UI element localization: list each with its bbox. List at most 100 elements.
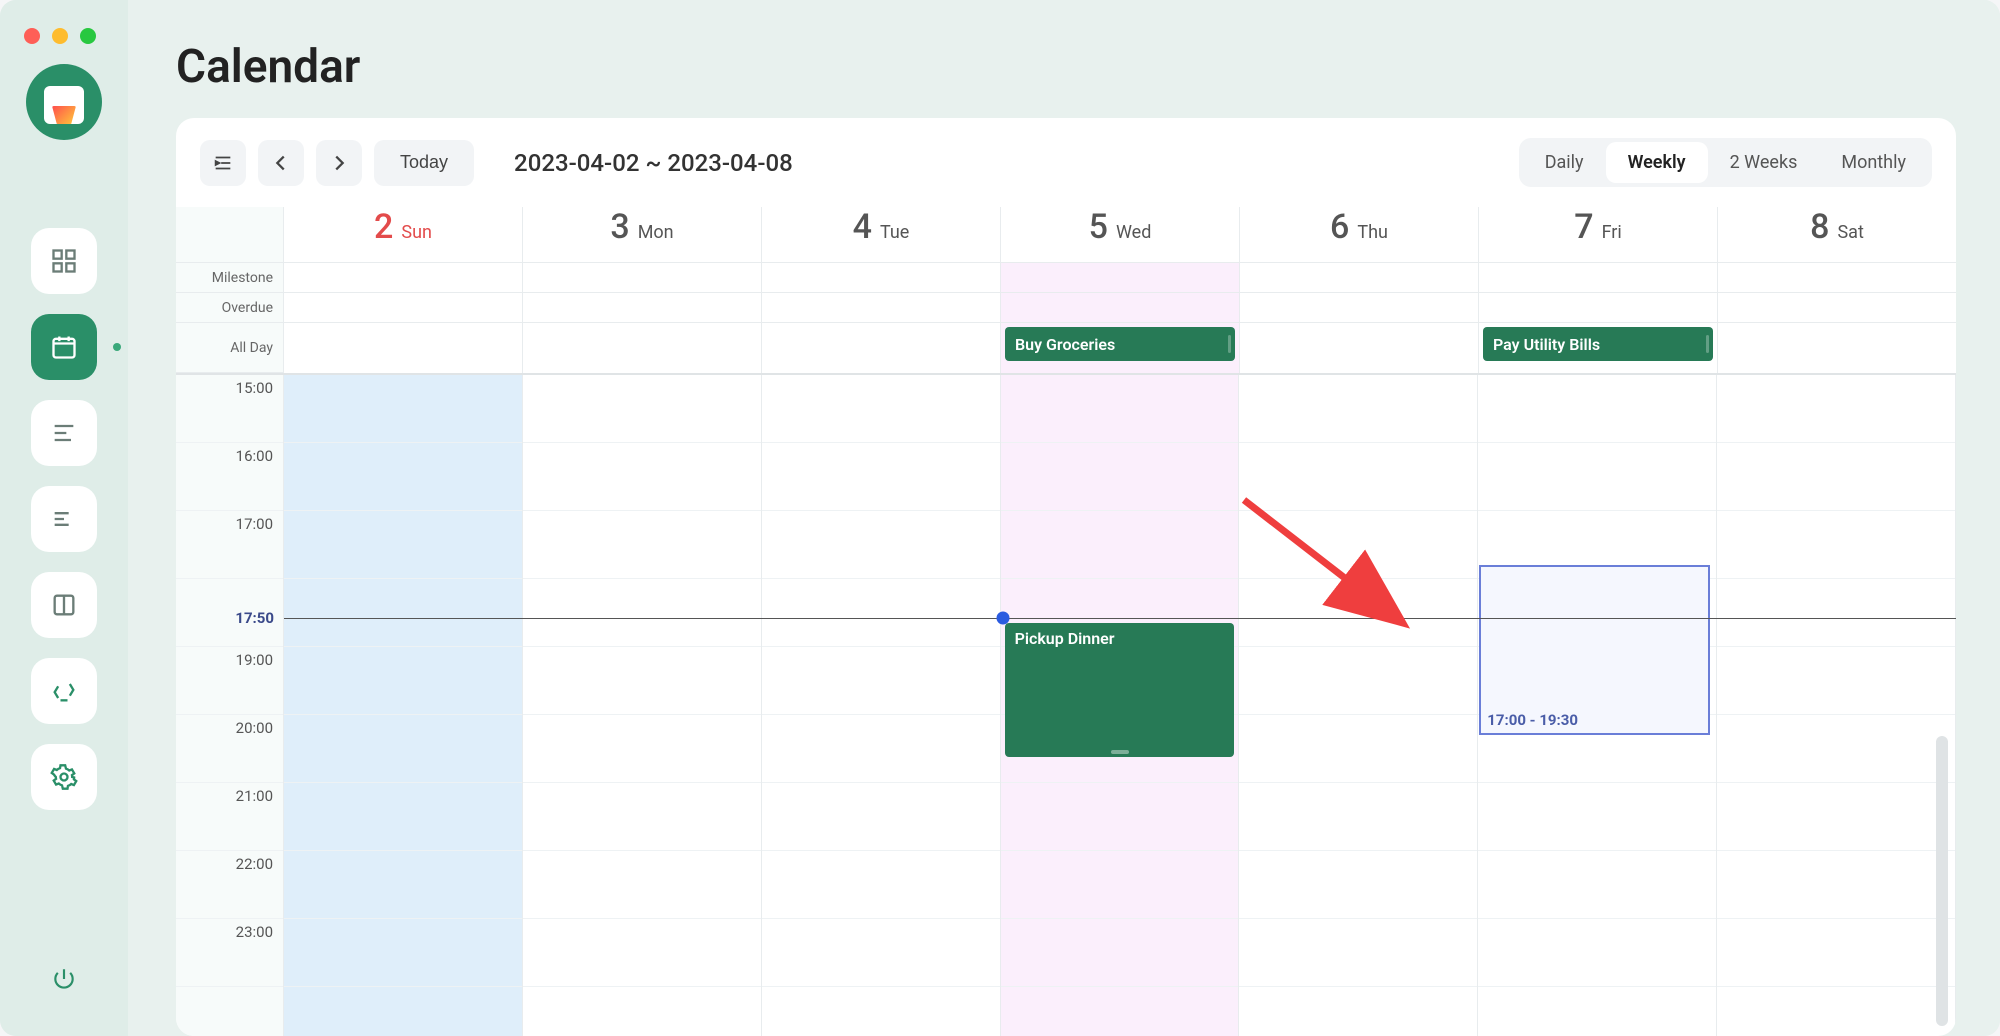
fixed-thu[interactable] — [1240, 263, 1479, 373]
fixed-row-labels: Milestone Overdue All Day — [176, 263, 284, 373]
window-controls — [24, 28, 96, 44]
main-area: Calendar Today 2023-04-02 ~ 2023-04-08 D… — [128, 0, 2000, 1036]
power-button[interactable] — [39, 954, 89, 1004]
day-number: 7 — [1574, 207, 1593, 247]
hour-label: 16:00 — [176, 443, 283, 511]
view-2weeks[interactable]: 2 Weeks — [1708, 142, 1820, 183]
now-time-label: 17:50 — [176, 609, 284, 627]
time-gutter: 15:00 16:00 17:00 19:00 20:00 21:00 22:0… — [176, 375, 284, 1036]
next-button[interactable] — [316, 140, 362, 186]
day-header-fri[interactable]: 7 Fri — [1479, 207, 1718, 262]
fixed-tue[interactable] — [762, 263, 1001, 373]
time-col-tue[interactable] — [762, 375, 1001, 1036]
time-col-fri[interactable]: 17:00 - 19:30 — [1478, 375, 1717, 1036]
time-days: Pickup Dinner 17:00 - 19:30 — [284, 375, 1956, 1036]
calendar-toolbar: Today 2023-04-02 ~ 2023-04-08 Daily Week… — [176, 118, 1956, 207]
event-pickup-dinner[interactable]: Pickup Dinner — [1005, 623, 1235, 757]
hour-label: 21:00 — [176, 783, 283, 851]
collapse-button[interactable] — [200, 140, 246, 186]
now-indicator-line — [284, 618, 1956, 619]
sidebar-recycle[interactable] — [31, 658, 97, 724]
fixed-days: Buy Groceries Pay Utility Bills — [284, 263, 1956, 373]
app-logo[interactable] — [26, 64, 102, 140]
calendar-icon — [50, 333, 78, 361]
fixed-mon[interactable] — [523, 263, 762, 373]
view-switcher: Daily Weekly 2 Weeks Monthly — [1519, 138, 1932, 187]
view-weekly[interactable]: Weekly — [1606, 142, 1708, 183]
dashboard-icon — [50, 247, 78, 275]
hour-label: 22:00 — [176, 851, 283, 919]
hour-label: 20:00 — [176, 715, 283, 783]
hour-label: 23:00 — [176, 919, 283, 987]
fixed-sun[interactable] — [284, 263, 523, 373]
fixed-fri[interactable]: Pay Utility Bills — [1479, 263, 1718, 373]
sidebar-calendar[interactable] — [31, 314, 97, 380]
day-number: 4 — [853, 207, 872, 247]
time-col-thu[interactable] — [1239, 375, 1478, 1036]
time-col-sat[interactable] — [1717, 375, 1956, 1036]
sidebar-dashboard[interactable] — [31, 228, 97, 294]
day-header-sun[interactable]: 2 Sun — [284, 207, 523, 262]
time-col-mon[interactable] — [523, 375, 762, 1036]
fixed-sat[interactable] — [1718, 263, 1956, 373]
window-minimize[interactable] — [52, 28, 68, 44]
day-header-sat[interactable]: 8 Sat — [1718, 207, 1956, 262]
milestone-label: Milestone — [176, 263, 283, 293]
panel-split-icon — [50, 591, 78, 619]
sidebar — [0, 0, 128, 1036]
sidebar-settings[interactable] — [31, 744, 97, 810]
hour-label: 17:00 — [176, 511, 283, 579]
time-col-wed[interactable]: Pickup Dinner — [1001, 375, 1240, 1036]
gear-icon — [50, 763, 78, 791]
day-header-mon[interactable]: 3 Mon — [523, 207, 762, 262]
chevron-left-icon — [270, 152, 292, 174]
window-zoom[interactable] — [80, 28, 96, 44]
event-title: Pickup Dinner — [1015, 629, 1115, 648]
day-header-row: 2 Sun 3 Mon 4 Tue 5 Wed 6 Thu — [176, 207, 1956, 263]
chevron-right-icon — [328, 152, 350, 174]
hour-label: 19:00 — [176, 647, 283, 715]
hour-label: 15:00 — [176, 375, 283, 443]
view-daily[interactable]: Daily — [1523, 142, 1606, 183]
day-name: Sun — [401, 222, 432, 243]
event-resize-handle[interactable] — [1111, 750, 1129, 754]
app-window: Calendar Today 2023-04-02 ~ 2023-04-08 D… — [0, 0, 2000, 1036]
day-number: 2 — [374, 207, 393, 247]
view-monthly[interactable]: Monthly — [1819, 142, 1928, 183]
time-selection[interactable]: 17:00 - 19:30 — [1479, 565, 1710, 735]
header-spacer — [176, 207, 284, 262]
day-header-thu[interactable]: 6 Thu — [1240, 207, 1479, 262]
allday-label: All Day — [176, 323, 283, 373]
day-name: Mon — [638, 222, 674, 243]
scrollbar[interactable] — [1936, 736, 1948, 1026]
day-header-tue[interactable]: 4 Tue — [762, 207, 1001, 262]
day-name: Fri — [1602, 222, 1622, 243]
day-header-wed[interactable]: 5 Wed — [1001, 207, 1240, 262]
fixed-wed[interactable]: Buy Groceries — [1001, 263, 1240, 373]
day-number: 6 — [1330, 207, 1349, 247]
allday-event-buy-groceries[interactable]: Buy Groceries — [1005, 327, 1235, 361]
prev-button[interactable] — [258, 140, 304, 186]
overdue-label: Overdue — [176, 293, 283, 323]
recycle-icon — [50, 677, 78, 705]
sidebar-list-1[interactable] — [31, 400, 97, 466]
day-name: Tue — [880, 222, 909, 243]
today-button[interactable]: Today — [374, 140, 474, 186]
align-left-icon — [50, 419, 78, 447]
window-close[interactable] — [24, 28, 40, 44]
time-col-sun[interactable] — [284, 375, 523, 1036]
power-icon — [51, 966, 77, 992]
calendar-app-icon — [42, 80, 86, 124]
sidebar-split[interactable] — [31, 572, 97, 638]
day-number: 3 — [610, 207, 629, 247]
indent-icon — [212, 152, 234, 174]
sidebar-list-2[interactable] — [31, 486, 97, 552]
allday-event-pay-bills[interactable]: Pay Utility Bills — [1483, 327, 1713, 361]
calendar-panel: Today 2023-04-02 ~ 2023-04-08 Daily Week… — [176, 118, 1956, 1036]
day-number: 5 — [1089, 207, 1108, 247]
now-indicator-dot — [996, 612, 1009, 625]
fixed-rows: Milestone Overdue All Day — [176, 263, 1956, 375]
selection-range-label: 17:00 - 19:30 — [1487, 711, 1578, 729]
page-title: Calendar — [176, 40, 1956, 94]
day-name: Thu — [1357, 222, 1388, 243]
